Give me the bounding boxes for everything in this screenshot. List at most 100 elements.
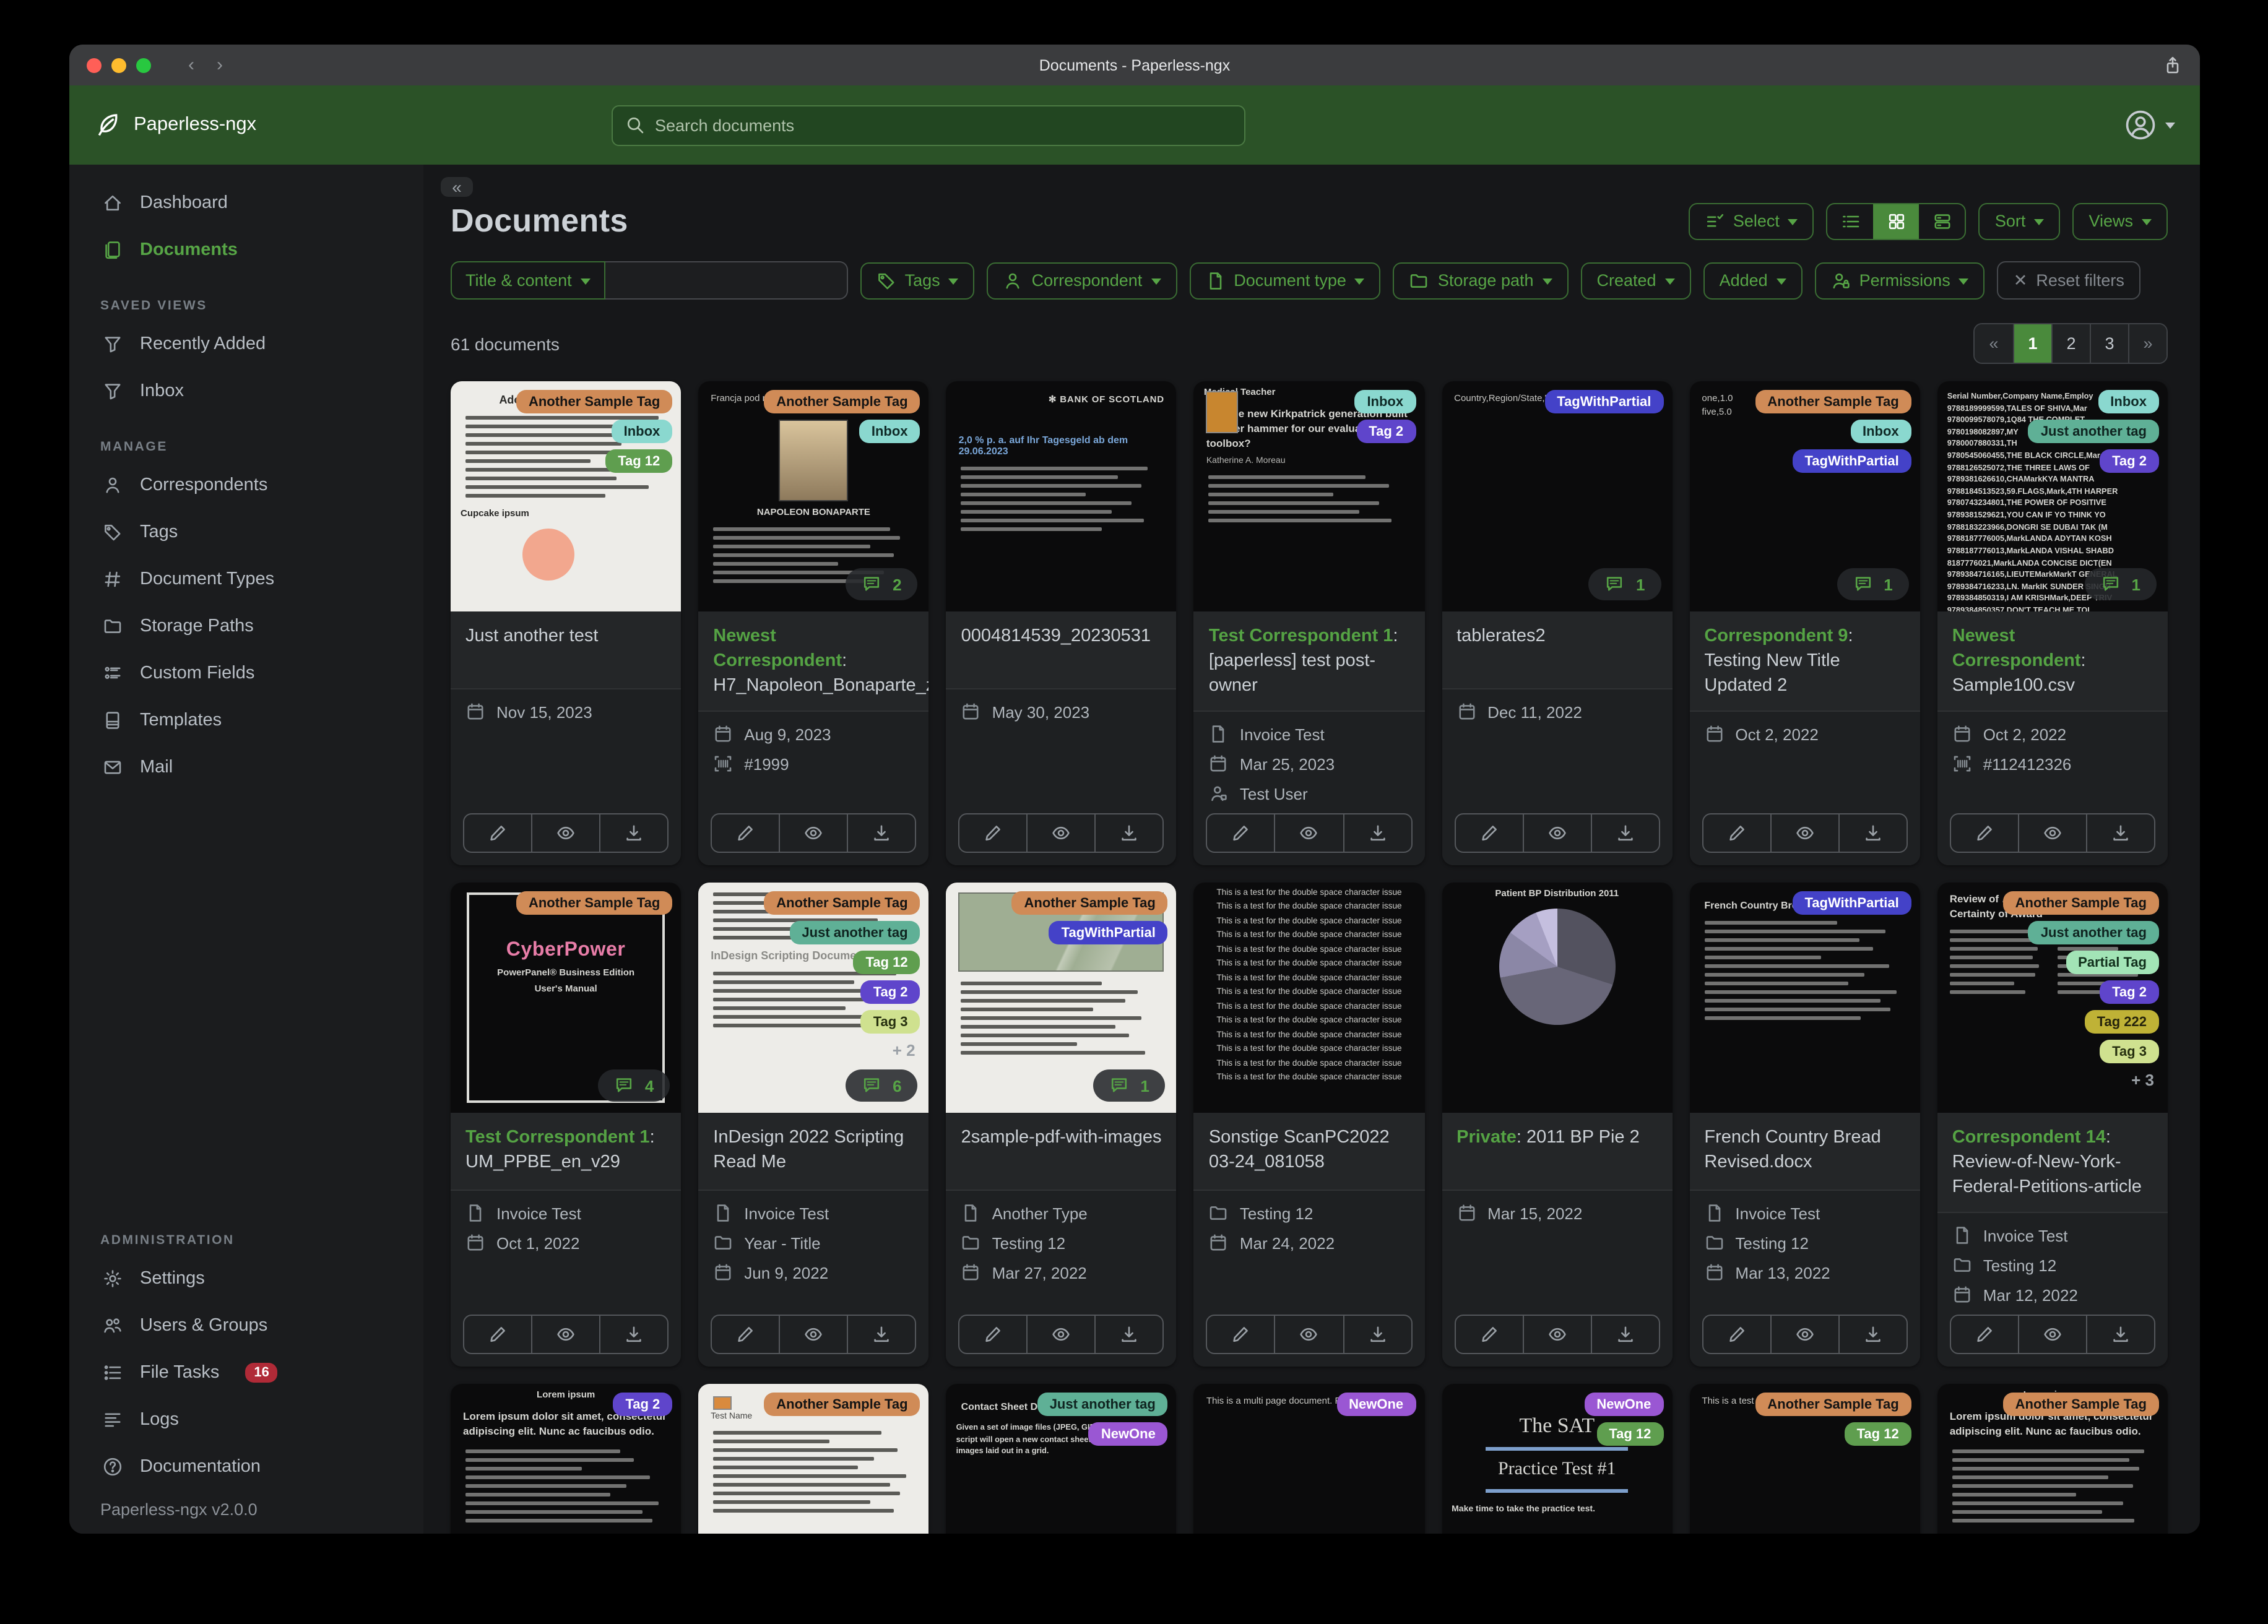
tag-chip[interactable]: Inbox — [611, 420, 673, 443]
view-document-button[interactable] — [1770, 814, 1838, 852]
document-card[interactable]: Contact Sheet Demo Given a set of image f… — [946, 1384, 1177, 1534]
sidebar-item-inbox[interactable]: Inbox — [69, 368, 423, 415]
view-document-button[interactable] — [531, 814, 599, 852]
views-button[interactable]: Views — [2072, 202, 2168, 240]
document-thumbnail[interactable]: French Country Bread TagWithPartial — [1689, 883, 1920, 1113]
sidebar-item-settings[interactable]: Settings — [69, 1255, 423, 1302]
tag-chip[interactable]: Another Sample Tag — [1755, 390, 1911, 413]
download-document-button[interactable] — [1094, 1316, 1163, 1353]
pagination-prev[interactable]: « — [1975, 324, 2013, 363]
filter-created-button[interactable]: Created — [1580, 262, 1691, 299]
download-document-button[interactable] — [847, 1316, 915, 1353]
edit-document-button[interactable] — [464, 814, 531, 852]
tag-chip[interactable]: Another Sample Tag — [764, 390, 920, 413]
edit-document-button[interactable] — [1208, 1316, 1275, 1353]
view-document-button[interactable] — [1274, 814, 1343, 852]
edit-document-button[interactable] — [712, 814, 779, 852]
sidebar-item-file-tasks[interactable]: File Tasks 16 — [69, 1349, 423, 1396]
document-thumbnail[interactable]: Country,Region/State," TagWithPartial 1 — [1442, 381, 1673, 611]
document-card[interactable]: Serial Number,Company Name,Employ 978818… — [1937, 381, 2168, 865]
tag-chip[interactable]: Tag 12 — [1596, 1422, 1664, 1446]
view-document-button[interactable] — [1770, 1316, 1838, 1353]
tag-chip[interactable]: Another Sample Tag — [516, 390, 673, 413]
document-title[interactable]: French Country Bread Revised.docx — [1689, 1113, 1920, 1190]
document-thumbnail[interactable]: Francja pod r NAPOLEON BONAPARTE Another S… — [698, 381, 929, 611]
tag-chip[interactable]: Tag 12 — [853, 951, 920, 974]
document-title[interactable]: 0004814539_20230531 — [946, 611, 1177, 688]
view-document-button[interactable] — [1026, 1316, 1095, 1353]
tag-chip[interactable]: TagWithPartial — [1792, 891, 1911, 915]
document-correspondent-link[interactable]: Correspondent 14 — [1952, 1128, 2106, 1147]
tag-chip[interactable]: Another Sample Tag — [2002, 1393, 2159, 1416]
document-card[interactable]: French Country Bread TagWithPartial French… — [1689, 883, 1920, 1367]
document-thumbnail[interactable]: This is a multi page document. Page 1. Ne… — [1193, 1384, 1425, 1534]
document-thumbnail[interactable]: CyberPower PowerPanel® Business Edition Us… — [451, 883, 682, 1113]
edit-document-button[interactable] — [1455, 814, 1522, 852]
edit-document-button[interactable] — [1951, 1316, 2018, 1353]
document-card[interactable]: The SAT Practice Test #1 Make time to take… — [1442, 1384, 1673, 1534]
tag-chip[interactable]: Tag 3 — [2100, 1040, 2159, 1063]
filter-added-button[interactable]: Added — [1703, 262, 1803, 299]
document-thumbnail[interactable]: one,1.0 five,5.0 Another Sample Tag Inbox T… — [1689, 381, 1920, 611]
download-document-button[interactable] — [599, 814, 667, 852]
tag-chip[interactable]: Tag 2 — [2100, 980, 2159, 1004]
view-document-button[interactable] — [779, 1316, 847, 1353]
reset-filters-button[interactable]: ✕ Reset filters — [1997, 261, 2140, 300]
document-thumbnail[interactable]: Serial Number,Company Name,Employ 978818… — [1937, 381, 2168, 611]
document-card[interactable]: Medical Teacher Has the new Kirkpatrick g… — [1193, 381, 1425, 865]
tag-chip[interactable]: Another Sample Tag — [516, 891, 673, 915]
document-card[interactable]: Review of … of Arbitral Awards … Certain… — [1937, 883, 2168, 1367]
sort-button[interactable]: Sort — [1978, 202, 2061, 240]
tag-chip[interactable]: Another Sample Tag — [1011, 891, 1168, 915]
tag-chip[interactable]: Inbox — [1354, 390, 1416, 413]
sidebar-item-recently-added[interactable]: Recently Added — [69, 321, 423, 368]
document-title[interactable]: Private: 2011 BP Pie 2 — [1442, 1113, 1673, 1190]
tag-chip[interactable]: Another Sample Tag — [764, 891, 920, 915]
edit-document-button[interactable] — [1951, 814, 2018, 852]
document-correspondent-link[interactable]: Private — [1456, 1128, 1517, 1147]
document-title[interactable]: Correspondent 9: Testing New Title Updat… — [1689, 611, 1920, 710]
document-thumbnail[interactable]: Another Sample Tag TagWithPartial 1 — [946, 883, 1177, 1113]
sidebar-item-templates[interactable]: Templates — [69, 697, 423, 744]
tag-chip[interactable]: NewOne — [1088, 1422, 1168, 1446]
tag-chip[interactable]: Inbox — [859, 420, 920, 443]
tag-chip[interactable]: Just another tag — [789, 921, 920, 944]
document-title[interactable]: Test Correspondent 1: UM_PPBE_en_v29 — [451, 1113, 682, 1190]
edit-document-button[interactable] — [1455, 1316, 1522, 1353]
title-content-dropdown[interactable]: Title & content — [451, 261, 605, 300]
tag-chip[interactable]: Tag 2 — [613, 1393, 673, 1416]
document-title[interactable]: Newest Correspondent: H7_Napoleon_Bonapa… — [698, 611, 929, 710]
download-document-button[interactable] — [2085, 1316, 2154, 1353]
document-correspondent-link[interactable]: Test Correspondent 1 — [1209, 626, 1393, 646]
sidebar-item-mail[interactable]: Mail — [69, 744, 423, 791]
document-card[interactable]: Francja pod r NAPOLEON BONAPARTE Another S… — [698, 381, 929, 865]
title-content-input[interactable] — [605, 261, 848, 300]
document-card[interactable]: This is a multi page document. Page 1. Ne… — [1193, 1384, 1425, 1534]
pagination-page-3[interactable]: 3 — [2090, 324, 2128, 363]
tag-chip[interactable]: Tag 2 — [2100, 449, 2159, 473]
download-document-button[interactable] — [847, 814, 915, 852]
edit-document-button[interactable] — [960, 814, 1027, 852]
sidebar-item-document-types[interactable]: Document Types — [69, 556, 423, 603]
document-thumbnail[interactable]: Medical Teacher Has the new Kirkpatrick g… — [1193, 381, 1425, 611]
sidebar-item-tags[interactable]: Tags — [69, 509, 423, 556]
sidebar-item-documents[interactable]: Documents — [69, 227, 423, 274]
document-card[interactable]: Another Sample Tag TagWithPartial 1 2sample… — [946, 883, 1177, 1367]
document-title[interactable]: Test Correspondent 1: [paperless] test p… — [1193, 611, 1425, 710]
document-card[interactable]: Patient BP Distribution 2011 Private: 201… — [1442, 883, 1673, 1367]
download-document-button[interactable] — [1838, 814, 1907, 852]
document-title[interactable]: tablerates2 — [1442, 611, 1673, 688]
filter-document-type-button[interactable]: Document type — [1189, 262, 1381, 299]
sidebar-item-storage-paths[interactable]: Storage Paths — [69, 603, 423, 650]
document-card[interactable]: Lorem ipsumLorem ipsum dolor sit amet, c… — [1937, 1384, 2168, 1534]
tag-chip[interactable]: Another Sample Tag — [1755, 1393, 1911, 1416]
filter-permissions-button[interactable]: Permissions — [1814, 262, 1985, 299]
document-thumbnail[interactable]: This is a test for the double space char… — [1193, 883, 1425, 1113]
document-correspondent-link[interactable]: Newest Correspondent — [713, 626, 842, 671]
document-title[interactable]: InDesign 2022 Scripting Read Me — [698, 1113, 929, 1190]
tag-chip[interactable]: NewOne — [1336, 1393, 1416, 1416]
view-document-button[interactable] — [779, 814, 847, 852]
tag-chip[interactable]: Inbox — [1850, 420, 1911, 443]
document-correspondent-link[interactable]: Correspondent 9 — [1704, 626, 1848, 646]
view-document-button[interactable] — [531, 1316, 599, 1353]
